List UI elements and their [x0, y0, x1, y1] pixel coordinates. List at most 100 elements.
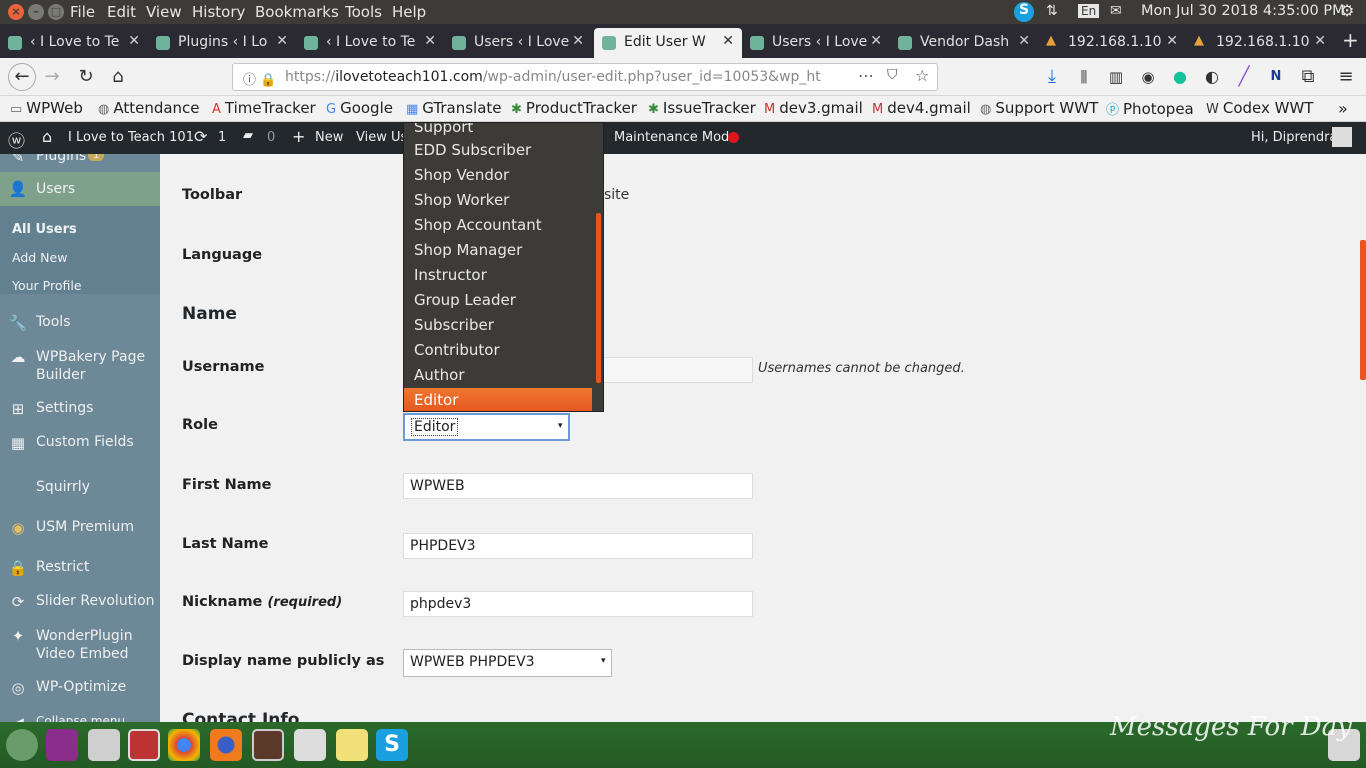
menu-view[interactable]: View: [146, 3, 182, 21]
downloads-icon[interactable]: ⤓: [1040, 66, 1064, 88]
role-option[interactable]: Shop Manager: [404, 238, 592, 263]
tab-close-icon[interactable]: ✕: [870, 33, 882, 49]
menu-file[interactable]: File: [70, 3, 95, 21]
info-lock-icon[interactable]: ⓘ 🔒: [243, 69, 276, 88]
n-extension-icon[interactable]: N: [1264, 66, 1288, 88]
bookmark-support-wwt[interactable]: ◍ Support WWT: [980, 99, 1098, 117]
role-select[interactable]: Editor ▾: [403, 413, 570, 441]
bookmark-google[interactable]: G Google: [326, 99, 393, 117]
bookmark-photopea[interactable]: ⓟ Photopea: [1106, 99, 1194, 118]
updates-icon[interactable]: ⟳: [194, 127, 207, 146]
tab-5-active[interactable]: Edit User W ✕: [594, 28, 742, 58]
last-name-field[interactable]: PHPDEV3: [403, 533, 753, 559]
tab-close-icon[interactable]: ✕: [128, 33, 140, 49]
chrome-icon[interactable]: [168, 729, 200, 761]
pen-icon[interactable]: ╱: [1232, 66, 1256, 88]
firefox-icon[interactable]: [210, 729, 242, 761]
bookmark-issuetracker[interactable]: ✱ IssueTracker: [648, 99, 756, 117]
new-content-link[interactable]: New: [315, 130, 343, 145]
sidebar-item-plugins[interactable]: ✎ Plugins 1: [0, 154, 160, 168]
role-option-selected[interactable]: Editor: [404, 388, 592, 411]
dropdown-scrollbar[interactable]: [596, 213, 601, 383]
sidebar-item-restrict[interactable]: 🔒 Restrict: [0, 559, 160, 579]
tab-7[interactable]: Vendor Dash ✕: [890, 28, 1038, 58]
page-actions-icon[interactable]: ⋯: [858, 66, 874, 85]
bookmark-codex-wwt[interactable]: W Codex WWT: [1206, 99, 1313, 117]
extension-icon[interactable]: ◉: [1136, 66, 1160, 88]
role-option[interactable]: Author: [404, 363, 592, 388]
tab-3[interactable]: ‹ I Love to Te ✕: [296, 28, 444, 58]
tab-close-icon[interactable]: ✕: [1166, 33, 1178, 49]
terminal-purple-icon[interactable]: [46, 729, 78, 761]
sidebar-icon[interactable]: ▥: [1104, 66, 1128, 88]
role-option[interactable]: Subscriber: [404, 313, 592, 338]
role-option[interactable]: Instructor: [404, 263, 592, 288]
text-editor-icon[interactable]: [294, 729, 326, 761]
role-option[interactable]: EDD Subscriber: [404, 138, 592, 163]
sidebar-item-wonderplugin[interactable]: ✦ WonderPlugin Video Embed: [0, 627, 160, 667]
view-user-link[interactable]: View Us: [356, 130, 407, 145]
sticky-notes-icon[interactable]: [336, 729, 368, 761]
menu-tools[interactable]: Tools: [345, 3, 382, 21]
clock[interactable]: Mon Jul 30 2018 4:35:00 PM: [1141, 3, 1345, 19]
forward-button[interactable]: →: [40, 66, 64, 88]
keyboard-layout-indicator[interactable]: En: [1078, 4, 1100, 18]
extension-dark-icon[interactable]: ◐: [1200, 66, 1224, 88]
role-option[interactable]: Shop Vendor: [404, 163, 592, 188]
files-icon[interactable]: [88, 729, 120, 761]
role-option[interactable]: Group Leader: [404, 288, 592, 313]
sidebar-collapse-menu[interactable]: ◀Collapse menu: [0, 714, 160, 722]
system-settings-icon[interactable]: [6, 729, 38, 761]
home-button[interactable]: ⌂: [106, 66, 130, 88]
display-name-select[interactable]: WPWEB PHPDEV3 ▾: [403, 649, 612, 677]
home-icon[interactable]: ⌂: [42, 127, 52, 146]
menu-edit[interactable]: Edit: [107, 3, 136, 21]
hamburger-menu-icon[interactable]: ≡: [1334, 66, 1358, 88]
pocket-icon[interactable]: ⛉: [887, 67, 898, 83]
bookmark-attendance[interactable]: ◍ Attendance: [98, 99, 200, 117]
maintenance-mode-link[interactable]: Maintenance Mode: [614, 130, 737, 145]
sidebar-item-settings[interactable]: ⊞ Settings: [0, 400, 160, 420]
sidebar-item-tools[interactable]: 🔧 Tools: [0, 314, 160, 334]
bookmark-dev4-gmail[interactable]: Mdev4.gmail: [872, 99, 971, 117]
bookmark-gtranslate[interactable]: ▦ GTranslate: [406, 99, 502, 117]
sidebar-item-squirrly[interactable]: Squirrly: [0, 479, 160, 499]
bookmark-dev3-gmail[interactable]: Mdev3.gmail: [764, 99, 863, 117]
tab-close-icon[interactable]: ✕: [722, 33, 734, 49]
submenu-add-new[interactable]: Add New: [12, 250, 67, 265]
reload-button[interactable]: ↻: [74, 66, 98, 88]
bookmark-producttracker[interactable]: ✱ ProductTracker: [511, 99, 637, 117]
tab-1[interactable]: ‹ I Love to Te ✕: [0, 28, 148, 58]
bookmark-timetracker[interactable]: A TimeTracker: [212, 99, 316, 117]
comments-icon[interactable]: ▰: [243, 128, 253, 143]
window-minimize-button[interactable]: –: [28, 4, 44, 20]
role-option[interactable]: Contributor: [404, 338, 592, 363]
sidebar-item-slider-revolution[interactable]: ⟳ Slider Revolution: [0, 593, 160, 613]
tab-close-icon[interactable]: ✕: [1314, 33, 1326, 49]
tab-close-icon[interactable]: ✕: [1018, 33, 1030, 49]
site-name-link[interactable]: I Love to Teach 101: [68, 130, 194, 145]
submenu-all-users[interactable]: All Users: [12, 222, 77, 237]
grammarly-icon[interactable]: ●: [1168, 66, 1192, 88]
tab-close-icon[interactable]: ✕: [424, 33, 436, 49]
crop-icon[interactable]: ⧉: [1296, 66, 1320, 88]
back-button[interactable]: ←: [8, 63, 36, 91]
role-option[interactable]: Shop Accountant: [404, 213, 592, 238]
skype-tray-icon[interactable]: S: [1014, 2, 1034, 22]
updates-count[interactable]: 1: [218, 130, 226, 145]
new-tab-button[interactable]: +: [1336, 26, 1366, 56]
tab-2[interactable]: Plugins ‹ I Lo ✕: [148, 28, 296, 58]
mail-icon[interactable]: ✉: [1110, 3, 1122, 19]
page-scrollbar[interactable]: [1360, 240, 1366, 380]
url-bar[interactable]: ⓘ 🔒 https://ilovetoteach101.com/wp-admin…: [232, 63, 938, 91]
sidebar-item-users[interactable]: 👤 Users: [0, 172, 160, 206]
bookmark-wpweb[interactable]: ▭ WPWeb: [10, 99, 83, 117]
nickname-field[interactable]: phpdev3: [403, 591, 753, 617]
role-option[interactable]: Shop Worker: [404, 188, 592, 213]
skype-icon[interactable]: S: [376, 729, 408, 761]
avatar[interactable]: [1332, 127, 1352, 147]
submenu-your-profile[interactable]: Your Profile: [12, 278, 82, 293]
video-app-icon[interactable]: [252, 729, 284, 761]
tab-4[interactable]: Users ‹ I Love ✕: [444, 28, 592, 58]
network-icon[interactable]: ⇅: [1046, 3, 1058, 19]
